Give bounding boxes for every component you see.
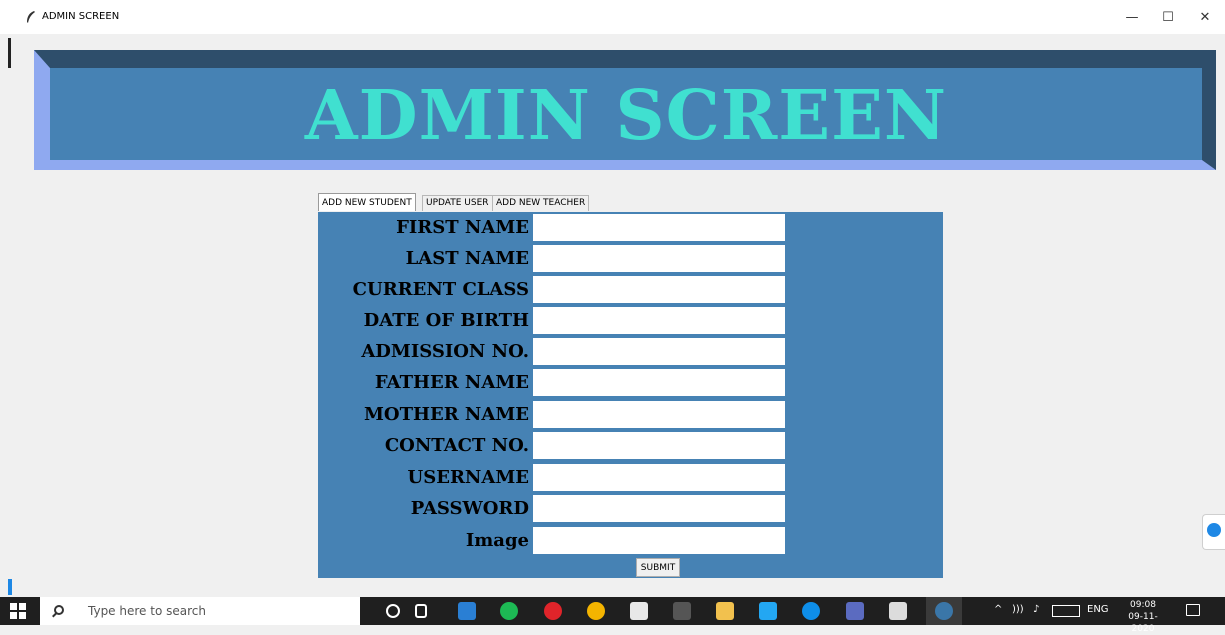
- date-of-birth-label: DATE OF BIRTH: [363, 310, 529, 331]
- password-input[interactable]: [533, 495, 785, 522]
- search-placeholder: Type here to search: [88, 604, 206, 618]
- feather-icon: [27, 11, 35, 23]
- header-banner: ADMIN SCREEN: [34, 50, 1216, 170]
- terminal-icon[interactable]: [673, 602, 691, 620]
- store-icon[interactable]: [630, 602, 648, 620]
- tab-update-user[interactable]: UPDATE USER: [422, 195, 493, 211]
- keyboard-icon[interactable]: [1052, 605, 1080, 617]
- admission-no-input[interactable]: [533, 338, 785, 365]
- window-title-bar: ADMIN SCREEN — ☐ ✕: [0, 0, 1225, 34]
- tray-chevron-icon[interactable]: ^: [994, 604, 1002, 615]
- password-label: PASSWORD: [410, 498, 529, 519]
- close-button[interactable]: ✕: [1190, 8, 1220, 28]
- image-input[interactable]: [533, 527, 785, 554]
- cortana-icon[interactable]: [386, 604, 400, 618]
- current-class-input[interactable]: [533, 276, 785, 303]
- teamviewer-icon[interactable]: [802, 602, 820, 620]
- mother-name-input[interactable]: [533, 401, 785, 428]
- last-name-label: LAST NAME: [405, 248, 529, 269]
- file-explorer-icon[interactable]: [716, 602, 734, 620]
- vscode-icon[interactable]: [759, 602, 777, 620]
- student-form-panel: FIRST NAME LAST NAME CURRENT CLASS DATE …: [318, 212, 943, 578]
- search-icon: [54, 605, 64, 615]
- python-icon: [935, 602, 953, 620]
- python-app-active[interactable]: [926, 597, 962, 625]
- chrome-icon[interactable]: [587, 602, 605, 620]
- admission-no-label: ADMISSION NO.: [361, 341, 529, 362]
- windows-start-icon[interactable]: [10, 603, 26, 619]
- opera-icon[interactable]: [544, 602, 562, 620]
- spotify-icon[interactable]: [500, 602, 518, 620]
- system-clock[interactable]: 09:08 09-11-2020: [1118, 599, 1168, 635]
- window-edge-marker: [8, 38, 11, 68]
- father-name-input[interactable]: [533, 369, 785, 396]
- first-name-input[interactable]: [533, 214, 785, 241]
- maximize-button[interactable]: ☐: [1153, 8, 1183, 28]
- notification-icon[interactable]: [1186, 604, 1200, 616]
- last-name-input[interactable]: [533, 245, 785, 272]
- wifi-icon[interactable]: ))): [1012, 604, 1024, 615]
- contact-no-input[interactable]: [533, 432, 785, 459]
- tab-add-new-teacher[interactable]: ADD NEW TEACHER: [492, 195, 590, 211]
- clock-time: 09:08: [1130, 600, 1156, 610]
- first-name-label: FIRST NAME: [396, 217, 529, 238]
- taskbar-search-box[interactable]: Type here to search: [40, 597, 360, 625]
- language-indicator[interactable]: ENG: [1087, 604, 1109, 615]
- task-view-icon[interactable]: [415, 604, 427, 618]
- username-input[interactable]: [533, 464, 785, 491]
- mother-name-label: MOTHER NAME: [363, 404, 529, 425]
- image-label: Image: [465, 530, 529, 551]
- notepad-icon[interactable]: [889, 602, 907, 620]
- father-name-label: FATHER NAME: [374, 372, 529, 393]
- minimize-button[interactable]: —: [1117, 8, 1147, 28]
- date-of-birth-input[interactable]: [533, 307, 785, 334]
- volume-icon[interactable]: ♪: [1033, 604, 1039, 615]
- page-title: ADMIN SCREEN: [304, 76, 948, 156]
- clock-date: 09-11-2020: [1128, 612, 1158, 634]
- remote-control-icon: [1207, 523, 1221, 537]
- side-remote-widget[interactable]: [1202, 514, 1225, 550]
- snipping-tool-icon[interactable]: [846, 602, 864, 620]
- window-edge-marker-bottom: [8, 579, 12, 595]
- contact-no-label: CONTACT NO.: [384, 435, 529, 456]
- tab-add-new-student[interactable]: ADD NEW STUDENT: [318, 193, 416, 211]
- window-title: ADMIN SCREEN: [42, 11, 120, 22]
- mail-icon[interactable]: [458, 602, 476, 620]
- current-class-label: CURRENT CLASS: [352, 279, 529, 300]
- username-label: USERNAME: [407, 467, 529, 488]
- taskbar: Type here to search ^ ))) ♪ ENG 09:08 09…: [0, 597, 1225, 634]
- submit-button[interactable]: SUBMIT: [636, 558, 680, 577]
